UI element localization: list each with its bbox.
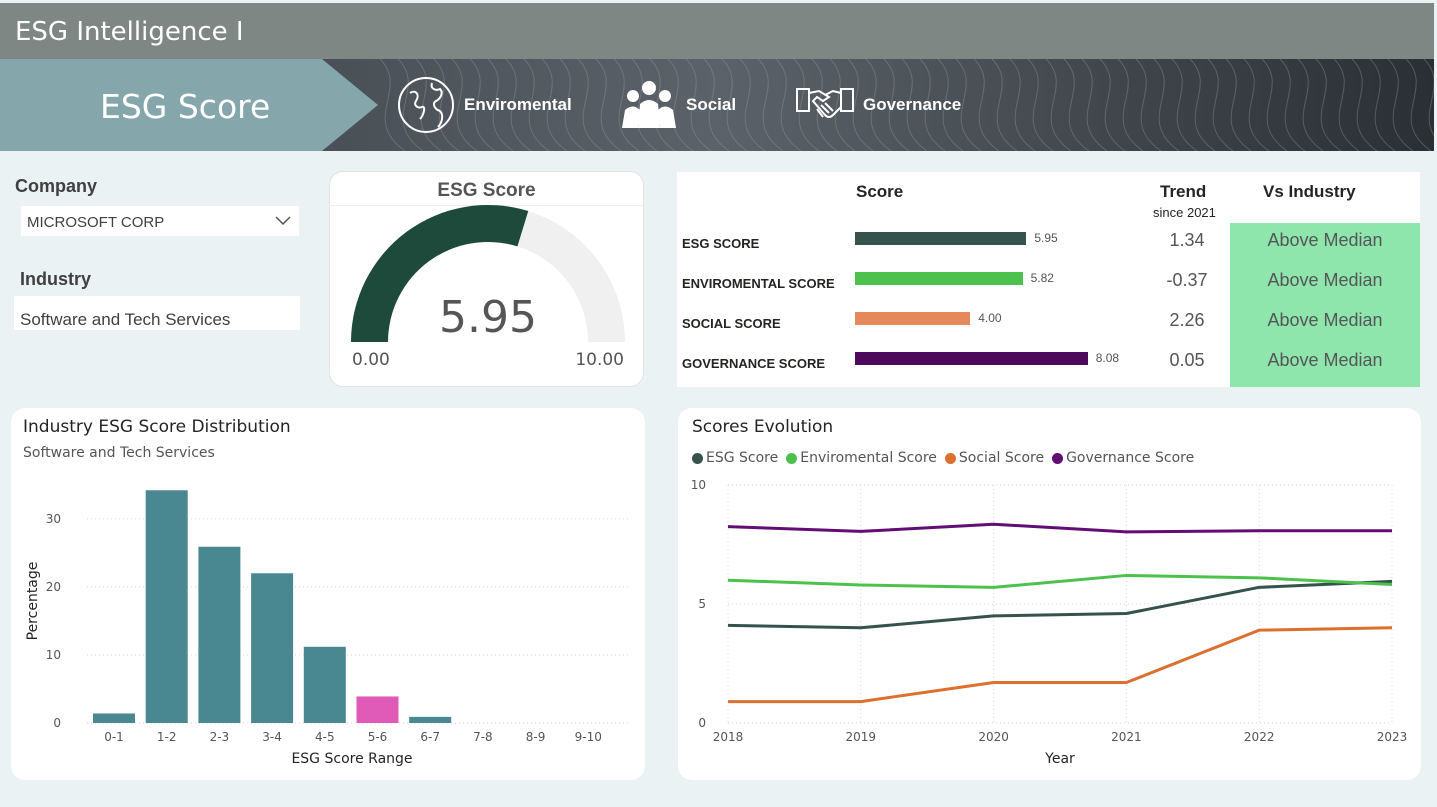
x-tick-label: 0-1	[104, 730, 124, 744]
y-tick-label: 0	[698, 716, 706, 730]
distribution-bar	[145, 490, 188, 723]
x-tick-label: 7-8	[473, 730, 493, 744]
x-tick-label: 9-10	[575, 730, 602, 744]
company-label: Company	[15, 176, 98, 196]
distribution-bar	[198, 546, 241, 723]
y-tick-label: 10	[691, 478, 706, 492]
company-dropdown[interactable]: MICROSOFT CORP	[21, 206, 299, 236]
vs-industry-value: Above Median	[1267, 350, 1383, 370]
distribution-bar	[93, 713, 135, 723]
x-tick-label: 2019	[846, 730, 877, 744]
x-tick-label: 1-2	[157, 730, 177, 744]
gauge-min-label: 0.00	[352, 350, 390, 370]
tab-social-label: Social	[686, 95, 737, 114]
score-bar	[855, 352, 1088, 365]
trend-value: 0.05	[1169, 350, 1205, 370]
x-axis-label: ESG Score Range	[291, 751, 412, 767]
tab-social[interactable]: Social	[620, 59, 736, 151]
gauge-max-label: 10.00	[575, 350, 624, 370]
chevron-down-icon	[275, 216, 291, 226]
title-bar: ESG Intelligence I	[0, 3, 1434, 59]
evolution-card: Scores Evolution ESG Score Enviromental S…	[678, 408, 1421, 780]
vs-industry-value: Above Median	[1267, 230, 1383, 250]
industry-label: Industry	[20, 269, 92, 289]
trend-value: -0.37	[1166, 270, 1208, 290]
header-score: Score	[856, 182, 904, 201]
gauge-value: 5.95	[439, 292, 537, 343]
score-table: Score Trend since 2021 Vs Industry ESG S…	[677, 172, 1420, 387]
industry-value: Software and Tech Services	[20, 310, 231, 329]
score-row-label: GOVERNANCE SCORE	[682, 356, 826, 371]
trend-value: 2.26	[1169, 310, 1205, 330]
series-line	[727, 522, 1392, 534]
vs-industry-value: Above Median	[1267, 310, 1383, 330]
company-value: MICROSOFT CORP	[27, 214, 165, 231]
evolution-chart: 0 5 10 2018 2019 2020 2021 2022 2023 Year	[691, 478, 1408, 767]
tab-governance[interactable]: Governance	[795, 59, 961, 151]
esg-gauge-card: ESG Score 5.95 0.00 10.00	[329, 171, 644, 387]
distribution-bar	[303, 646, 346, 723]
people-icon	[622, 81, 676, 128]
series-line	[728, 626, 1393, 704]
x-tick-label: 2023	[1377, 730, 1408, 744]
score-bar	[855, 232, 1027, 245]
tab-enviromental-label: Enviromental	[464, 95, 572, 114]
x-tick-label: 8-9	[526, 730, 546, 744]
nav-banner: ESG Score Enviromental Social Governance	[0, 59, 1434, 151]
vs-industry-value: Above Median	[1267, 270, 1383, 290]
distribution-bar	[251, 573, 294, 723]
score-bar	[855, 272, 1023, 285]
x-tick-label: 2018	[713, 730, 744, 744]
score-bar-value: 4.00	[978, 311, 1002, 325]
globe-icon	[398, 77, 454, 133]
handshake-icon	[796, 88, 854, 118]
x-tick-label: 2022	[1244, 730, 1275, 744]
y-tick-label: 0	[53, 716, 61, 730]
score-bar-value: 5.95	[1034, 231, 1058, 245]
distribution-chart: 0 10 20 30 0-1 1-2 2-3 3-4 4-5 5-6 6-7 7-8 8-9 9-10 ES…	[25, 490, 631, 767]
y-tick-label: 10	[46, 648, 61, 662]
x-tick-label: 3-4	[262, 730, 282, 744]
trend-value: 1.34	[1169, 230, 1205, 250]
app-title: ESG Intelligence I	[15, 17, 244, 47]
gauge-chart: 5.95 0.00 10.00	[351, 204, 625, 370]
x-axis-label: Year	[1044, 751, 1075, 767]
y-tick-label: 20	[46, 580, 61, 594]
header-trend: Trend	[1160, 182, 1207, 201]
tab-esg-score[interactable]: ESG Score	[100, 87, 270, 126]
y-axis-label: Percentage	[25, 562, 41, 641]
distribution-bar	[409, 716, 452, 723]
score-row-label: ENVIROMENTAL SCORE	[682, 276, 835, 291]
x-tick-label: 5-6	[368, 730, 388, 744]
tab-enviromental[interactable]: Enviromental	[396, 59, 572, 151]
score-bar-value: 5.82	[1030, 271, 1054, 285]
x-tick-label: 6-7	[420, 730, 440, 744]
distribution-card: Industry ESG Score Distribution Software…	[11, 408, 645, 780]
x-tick-label: 2-3	[210, 730, 230, 744]
header-vs-industry: Vs Industry	[1263, 182, 1356, 201]
series-line	[727, 579, 1393, 630]
distribution-bar	[356, 696, 399, 723]
y-tick-label: 5	[698, 597, 706, 611]
y-tick-label: 30	[46, 512, 61, 526]
x-tick-label: 4-5	[315, 730, 335, 744]
score-bar-value: 8.08	[1095, 351, 1120, 365]
industry-field: Software and Tech Services	[14, 296, 300, 330]
score-bar	[855, 312, 971, 325]
x-tick-label: 2021	[1111, 730, 1142, 744]
tab-governance-label: Governance	[863, 95, 962, 114]
score-row-label: ESG SCORE	[682, 236, 760, 251]
score-row-label: SOCIAL SCORE	[682, 316, 781, 331]
header-trend-sub: since 2021	[1153, 205, 1216, 220]
x-tick-label: 2020	[978, 730, 1009, 744]
